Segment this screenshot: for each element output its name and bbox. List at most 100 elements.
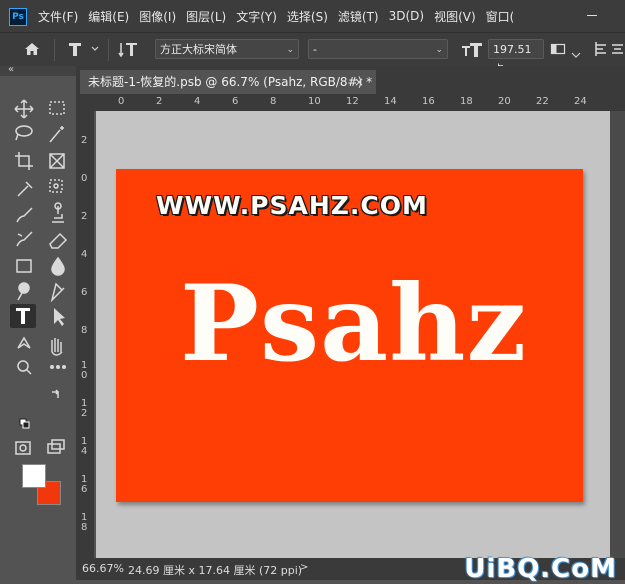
menu-items: 文件(F) 编辑(E) 图像(I) 图层(L) 文字(Y) 选择(S) 滤镜(T… [38,0,536,32]
zoom-icon [17,360,32,375]
home-button[interactable] [22,39,42,59]
crop-icon [15,152,33,170]
ruler-tick: 4 [194,96,201,107]
chevron-down-icon[interactable] [571,45,581,58]
document-canvas[interactable]: WWW.PSAHZ.COM Psahz [116,169,583,502]
stamp-icon [52,202,64,223]
options-bar: 方正大标宋简体 ⌄ - ⌄ 197.51 点 [0,32,625,76]
text-orientation-icon [118,43,137,58]
type-tool-preset[interactable] [66,39,102,59]
ruler-tick: 0 [81,173,88,184]
more-icon [50,365,66,369]
custom-shape-icon [17,336,31,349]
path-select-icon [54,308,65,326]
menu-edit[interactable]: 编辑(E) [88,8,129,25]
history-brush-icon [16,231,33,247]
ruler-corner [76,94,96,111]
document-workspace[interactable]: WWW.PSAHZ.COM Psahz [96,111,610,558]
canvas-main-text[interactable]: Psahz [180,261,527,385]
menu-bar: Ps 文件(F) 编辑(E) 图像(I) 图层(L) 文字(Y) 选择(S) 滤… [0,0,625,32]
vertical-scrollbar[interactable] [610,111,625,558]
patch-icon [49,179,63,193]
zoom-level[interactable]: 66.67% [82,562,124,575]
ruler-tick: 16 [422,96,435,107]
status-bar: 66.67% 24.69 厘米 x 17.64 厘米 (72 ppi) > Ui… [76,554,625,584]
collapse-panels-icon[interactable]: « [8,64,14,75]
ruler-tick: 1 0 [81,360,88,381]
type-preset-icon [69,43,99,56]
font-size-input[interactable]: 197.51 点 [488,39,544,76]
ruler-tick: 6 [232,96,239,107]
close-icon[interactable]: × [354,70,364,94]
ruler-tick: 1 6 [81,474,88,495]
quick-mask-icon [15,441,31,455]
menu-select[interactable]: 选择(S) [287,8,328,25]
menu-type[interactable]: 文字(Y) [236,8,277,25]
horizontal-ruler: 0 2 4 6 8 10 12 14 16 18 20 22 24 [96,94,625,111]
hand-icon [51,338,63,356]
ruler-tick: 0 [118,96,125,107]
ruler-tick: 22 [536,96,549,107]
menu-image[interactable]: 图像(I) [139,8,176,25]
eraser-icon [49,232,68,249]
font-family-select[interactable]: 方正大标宋简体 ⌄ [155,39,299,59]
ruler-tick: 2 [81,135,88,146]
frame-icon [49,153,65,169]
antialias-icon [550,43,566,55]
minimize-button[interactable] [587,15,597,16]
menu-filter[interactable]: 滤镜(T) [338,8,379,25]
ruler-tick: 14 [384,96,397,107]
document-tab[interactable]: 未标题-1-恢复的.psb @ 66.7% (Psahz, RGB/8#) * … [80,70,376,94]
document-info: 24.69 厘米 x 17.64 厘米 (72 ppi) [128,564,303,577]
align-left-icon [595,42,606,56]
move-icon [14,99,34,119]
marquee-icon [49,101,65,115]
chevron-down-icon: ⌄ [286,45,294,55]
ruler-tick: 12 [346,96,359,107]
align-left-button[interactable] [594,40,608,58]
photoshop-logo: Ps [9,8,27,26]
dodge-icon [17,282,30,301]
magic-wand-icon [49,126,64,143]
tools-panel [0,76,77,580]
ruler-tick: 8 [81,325,88,336]
ruler-tick: 18 [460,96,473,107]
font-style-value: - [313,43,317,56]
ruler-tick: 24 [574,96,587,107]
font-family-value: 方正大标宋简体 [160,43,237,56]
menu-3d[interactable]: 3D(D) [389,9,424,23]
document-tab-title: 未标题-1-恢复的.psb @ 66.7% (Psahz, RGB/8#) * [88,75,373,89]
swap-colors-icon [52,389,60,398]
pen-icon [50,282,65,303]
font-style-select[interactable]: - ⌄ [308,39,448,59]
home-icon [25,43,39,55]
gradient-icon [16,259,32,273]
antialias-button[interactable] [550,41,566,57]
ruler-tick: 2 [81,211,88,222]
foreground-color-swatch[interactable] [22,464,46,488]
ruler-tick: 8 [270,96,277,107]
lasso-icon [15,125,33,141]
align-center-icon [612,44,623,54]
ruler-tick: 1 4 [81,436,88,457]
font-size-icon [461,40,483,60]
brush-icon [16,207,33,223]
ruler-tick: 10 [308,96,321,107]
ruler-tick: 1 8 [81,512,88,533]
blur-icon [51,256,65,276]
ruler-tick: 4 [81,249,88,260]
default-colors-icon [19,418,30,429]
status-menu-icon[interactable]: > [300,562,308,573]
ruler-tick: 2 [156,96,163,107]
text-orientation-toggle[interactable] [118,39,140,59]
align-center-button[interactable] [610,40,625,60]
screen-mode-icon [47,439,65,454]
menu-layer[interactable]: 图层(L) [186,8,226,25]
chevron-down-icon: ⌄ [435,45,443,55]
ruler-tick: 1 2 [81,398,88,419]
menu-file[interactable]: 文件(F) [38,8,78,25]
ruler-tick: 6 [81,287,88,298]
canvas-url-text[interactable]: WWW.PSAHZ.COM [156,191,428,220]
eyedropper-icon [17,181,33,197]
menu-view[interactable]: 视图(V) [434,8,476,25]
